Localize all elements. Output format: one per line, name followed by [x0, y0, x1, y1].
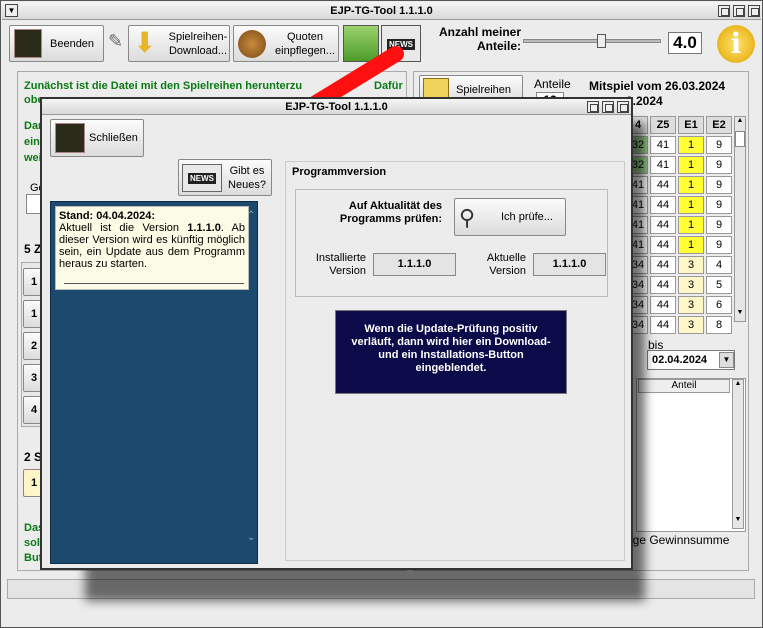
shares-slider[interactable]: [523, 34, 661, 48]
grid-cell: 3: [678, 276, 704, 294]
current-value: 1.1.1.0: [533, 253, 606, 276]
bis-date-value: 02.04.2024: [652, 354, 708, 366]
grid-cell: 44: [650, 196, 676, 214]
anteil-scrollbar[interactable]: ▲ ▼: [732, 379, 744, 529]
note-divider: [64, 283, 244, 284]
dialog-minimize-icon[interactable]: [587, 101, 599, 113]
grid-cell: 1: [678, 236, 704, 254]
grid-cell: 41: [650, 156, 676, 174]
close-button[interactable]: Schließen: [50, 119, 144, 157]
info-icon[interactable]: i: [717, 25, 755, 63]
dialog-restore-icon[interactable]: [602, 101, 614, 113]
grid-cell: 1: [678, 216, 704, 234]
anteil-scroll-up-icon[interactable]: ▲: [733, 380, 743, 392]
grid-cell: 44: [650, 236, 676, 254]
minimize-icon[interactable]: [718, 5, 730, 17]
dialog-title: EJP-TG-Tool 1.1.1.0: [285, 101, 388, 113]
grid-cell: 44: [650, 296, 676, 314]
check-button[interactable]: ⚲ Ich prüfe...: [454, 198, 566, 236]
grid-cell: 44: [650, 316, 676, 334]
anteil-scroll-down-icon[interactable]: ▼: [733, 516, 743, 528]
anteil-col-header[interactable]: Anteil: [638, 379, 730, 393]
grid-cell: 1: [678, 156, 704, 174]
download-arrow-icon: ⬇: [133, 27, 157, 58]
grid-cell: 6: [706, 296, 732, 314]
note-heading: Stand: 04.04.2024:: [59, 210, 155, 222]
grid-cell: 1: [678, 176, 704, 194]
installed-value: 1.1.1.0: [373, 253, 456, 276]
close-icon[interactable]: [748, 5, 760, 17]
grid-header-e1: E1: [678, 116, 704, 134]
exit-door-icon: [14, 29, 42, 58]
news-note: Stand: 04.04.2024: Aktuell ist die Versi…: [55, 206, 249, 290]
intro2-line-2: ein: [24, 136, 40, 148]
download-button[interactable]: ⬇ Spielreihen- Download...: [128, 25, 230, 62]
bis-date-field[interactable]: 02.04.2024 ▼: [647, 350, 735, 370]
spielreihen-label: Spielreihen: [456, 84, 512, 96]
update-info-box: Wenn die Update-Prüfung positiv verläuft…: [335, 310, 567, 394]
grid-cell: 3: [678, 256, 704, 274]
quit-button[interactable]: Beenden: [9, 25, 104, 62]
current-label: Aktuelle Version: [486, 252, 526, 277]
check-button-label: Ich prüfe...: [501, 211, 553, 223]
news-label: Gibt es Neues?: [228, 165, 266, 191]
window-menu-icon[interactable]: ▼: [5, 4, 18, 17]
shares-label: Anzahl meiner Anteile:: [438, 25, 521, 53]
grid-cell: 44: [650, 176, 676, 194]
download-label: Spielreihen- Download...: [168, 31, 228, 57]
five-label: 5 Z: [24, 242, 42, 256]
grid-cell: 9: [706, 216, 732, 234]
note-body-wrap: Aktuell ist die Version 1.1.1.0. Ab dies…: [59, 222, 245, 270]
note-version: 1.1.1.0: [187, 222, 221, 234]
dialog-titlebar: EJP-TG-Tool 1.1.1.0: [42, 99, 631, 115]
binoculars-icon: ⚲: [459, 205, 476, 230]
restore-icon[interactable]: [733, 5, 745, 17]
news-panel: Stand: 04.04.2024: Aktuell ist die Versi…: [50, 201, 258, 564]
grid-header-z5: Z5: [650, 116, 676, 134]
dialog-close-icon[interactable]: [617, 101, 629, 113]
grid-cell: 3: [678, 316, 704, 334]
installed-label: Installierte Version: [315, 252, 366, 277]
grid-cell: 44: [650, 256, 676, 274]
grid-cell: 44: [650, 216, 676, 234]
grid-cell: 1: [678, 196, 704, 214]
scroll-down-icon[interactable]: ▼: [735, 309, 745, 321]
date-dropdown-icon[interactable]: ▼: [719, 352, 734, 368]
grid-cell: 41: [650, 136, 676, 154]
grid-cell: 4: [706, 256, 732, 274]
window-titlebar: EJP-TG-Tool 1.1.1.0 ▼: [2, 2, 761, 20]
grid-cell: 44: [650, 276, 676, 294]
grid-cell: 9: [706, 236, 732, 254]
check-label: Auf Aktualität des Programms prüfen:: [339, 200, 442, 225]
grid-scrollbar[interactable]: ▲ ▼: [734, 116, 746, 322]
news-icon: NEWS: [182, 164, 222, 192]
grid-cell: 3: [678, 296, 704, 314]
scroll-thumb[interactable]: [735, 131, 745, 147]
grid-cell: 5: [706, 276, 732, 294]
grid-cell: 1: [678, 136, 704, 154]
quit-label: Beenden: [50, 38, 95, 50]
grid-cell: 8: [706, 316, 732, 334]
notes-scroll-down-icon[interactable]: ⌄: [247, 532, 255, 543]
mitspiel-label: Mitspiel vom 26.03.2024: [589, 79, 726, 93]
news-button[interactable]: NEWS Gibt es Neues?: [178, 159, 272, 196]
grid-cell: 9: [706, 196, 732, 214]
shares-value: 4.0: [668, 32, 702, 54]
grid-cell: 9: [706, 156, 732, 174]
exit-door-icon: [55, 123, 85, 153]
close-label: Schließen: [89, 132, 138, 144]
scroll-up-icon[interactable]: ▲: [735, 117, 745, 129]
notes-scroll-up-icon[interactable]: ⌃: [247, 210, 255, 221]
grid-cell: 9: [706, 136, 732, 154]
window-title: EJP-TG-Tool 1.1.1.0: [330, 5, 433, 17]
note-body-prefix: Aktuell ist die Version: [59, 222, 188, 234]
grid-cell: 9: [706, 176, 732, 194]
grid-header-e2: E2: [706, 116, 732, 134]
shares-slider-thumb[interactable]: [597, 34, 606, 48]
version-group-label: Programmversion: [292, 166, 387, 178]
pencil-icon[interactable]: ✎: [108, 31, 126, 57]
update-dialog: EJP-TG-Tool 1.1.1.0 Schließen NEWS Gibt …: [40, 97, 633, 570]
anteil-table: [636, 378, 746, 532]
anteile-label: Anteile: [534, 77, 571, 91]
